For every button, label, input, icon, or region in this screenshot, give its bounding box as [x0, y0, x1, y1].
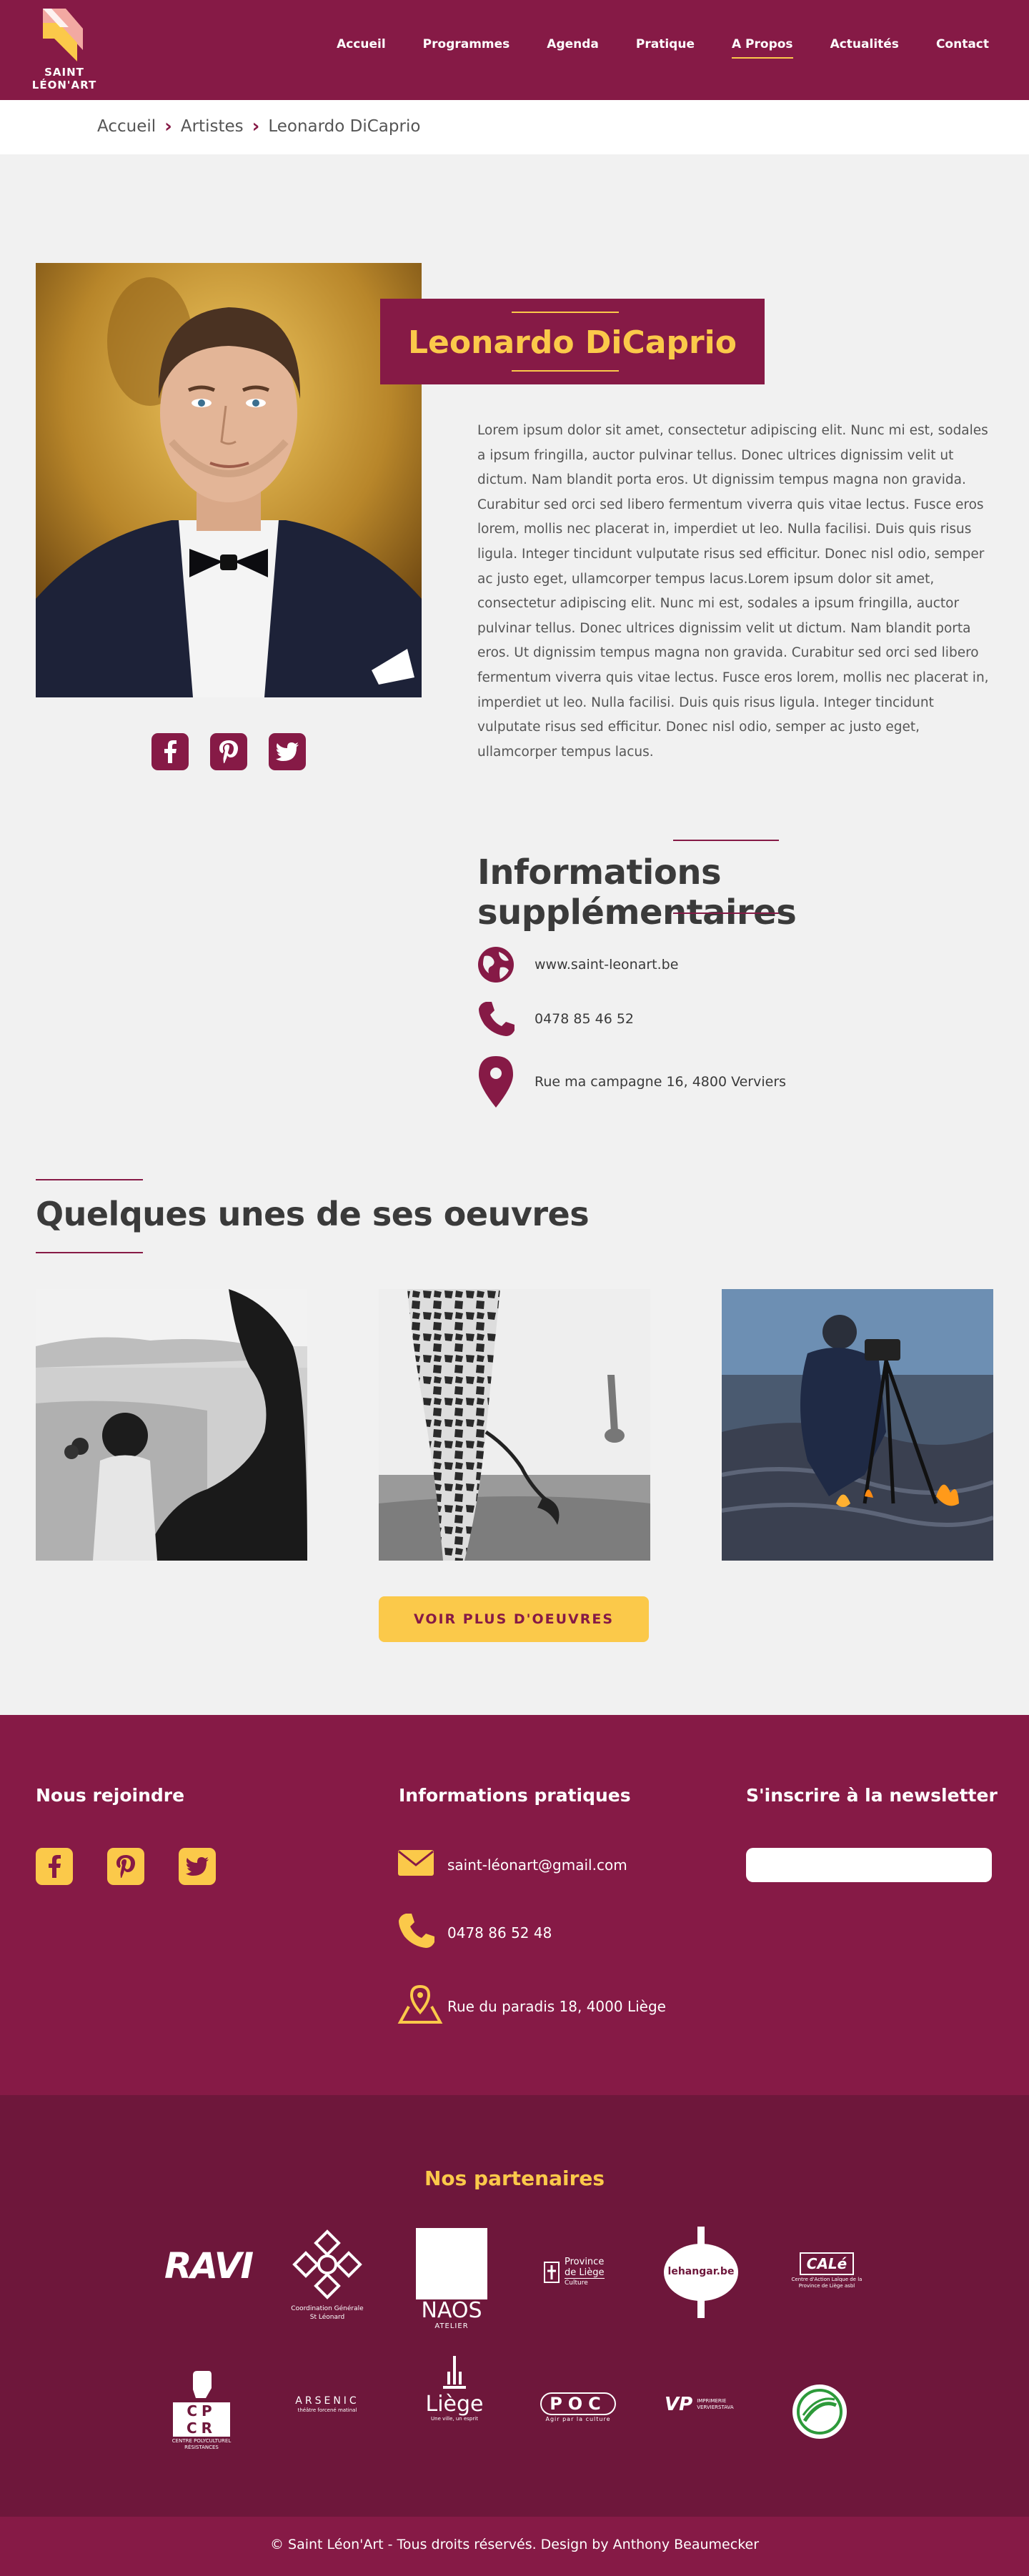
footer-address: Rue du paradis 18, 4000 Liège	[447, 1997, 666, 2015]
pinterest-icon[interactable]	[107, 1848, 144, 1885]
info-phone: 0478 85 46 52	[535, 1011, 635, 1027]
twitter-icon[interactable]	[179, 1848, 216, 1885]
breadcrumb-bar: Accueil › Artistes › Leonardo DiCaprio	[0, 100, 1029, 154]
footer-address-row: Rue du paradis 18, 4000 Liège	[397, 1984, 666, 2027]
title-divider-bottom	[512, 370, 619, 372]
footer-social-links	[36, 1848, 216, 1885]
breadcrumb-current: Leonardo DiCaprio	[268, 117, 421, 136]
phone-icon	[477, 1000, 517, 1038]
partners-title: Nos partenaires	[424, 2167, 605, 2190]
partner-logo-cal[interactable]: CALé Centre d'Action Laïque de la Provin…	[789, 2252, 865, 2289]
info-divider-top	[673, 840, 779, 841]
phone-icon	[397, 1912, 440, 1953]
province-crest-icon	[544, 2261, 560, 2283]
artist-social-links	[151, 733, 306, 770]
partner-logo-coordination[interactable]: Coordination Générale St Léonard	[290, 2227, 364, 2322]
footer-newsletter-title: S'inscrire à la newsletter	[746, 1785, 998, 1806]
partner-logo-poc[interactable]: POC Agir par la culture	[540, 2392, 616, 2424]
site-header: SAINT LÉON'ART Accueil Programmes Agenda…	[0, 0, 1029, 100]
logo-mark-icon	[43, 9, 83, 61]
works-divider-bottom	[36, 1252, 143, 1253]
green-circle-logo-icon	[792, 2384, 847, 2439]
globe-icon	[477, 946, 517, 983]
footer-email-row: saint-léonart@gmail.com	[397, 1849, 627, 1880]
twitter-icon[interactable]	[269, 733, 306, 770]
artist-bio: Lorem ipsum dolor sit amet, consectetur …	[477, 423, 989, 760]
footer-phone: 0478 86 52 48	[447, 1924, 552, 1941]
artwork-1[interactable]	[36, 1289, 307, 1561]
chevron-right-icon: ›	[252, 116, 260, 137]
nav-actualites[interactable]: Actualités	[830, 37, 899, 51]
partner-logo-ravi[interactable]: RAVI	[164, 2245, 254, 2287]
logo-text: SAINT LÉON'ART	[31, 66, 97, 91]
pinterest-icon[interactable]	[210, 733, 247, 770]
title-divider-top	[512, 312, 619, 313]
nav-accueil[interactable]: Accueil	[337, 37, 386, 51]
footer-phone-row: 0478 86 52 48	[397, 1912, 552, 1953]
nav-agenda[interactable]: Agenda	[547, 37, 599, 51]
info-divider-bottom	[673, 912, 779, 914]
copyright-bar: © Saint Léon'Art - Tous droits réservés.…	[0, 2517, 1029, 2576]
footer-join-title: Nous rejoindre	[36, 1785, 185, 1806]
footer-practical-title: Informations pratiques	[399, 1785, 631, 1806]
view-more-works-button[interactable]: VOIR PLUS D'OEUVRES	[379, 1596, 649, 1642]
envelope-icon	[397, 1849, 440, 1880]
info-website-link[interactable]: www.saint-leonart.be	[535, 957, 678, 973]
partner-logo-arsenic[interactable]: ARSENIC théâtre forcené matinal	[289, 2395, 366, 2414]
artist-name: Leonardo DiCaprio	[408, 324, 737, 361]
partner-logo-imprimerie[interactable]: VP IMPRIMERIE VERVIERSTAVA	[665, 2394, 740, 2415]
site-footer: Nous rejoindre Informations pratiques S'…	[0, 1715, 1029, 2095]
newsletter-email-input[interactable]	[746, 1848, 992, 1882]
breadcrumb: Accueil › Artistes › Leonardo DiCaprio	[97, 117, 420, 136]
nav-pratique[interactable]: Pratique	[636, 37, 695, 51]
partner-logo-cpcr[interactable]: CP CR CENTRE POLYCULTUREL RÉSISTANCES	[166, 2371, 237, 2451]
works-title: Quelques unes de ses oeuvres	[36, 1195, 590, 1233]
info-title: Informations supplémentaires	[477, 852, 797, 933]
partner-logo-naos[interactable]: NAOS ATELIER	[416, 2228, 487, 2331]
partner-logo-province-liege[interactable]: Province de Liège Culture	[543, 2257, 615, 2287]
info-website-row: www.saint-leonart.be	[477, 946, 678, 983]
coordination-emblem-icon	[292, 2229, 362, 2299]
partner-logo-green-circle[interactable]	[792, 2384, 847, 2442]
map-location-icon	[397, 1984, 443, 2027]
breadcrumb-artistes[interactable]: Artistes	[181, 117, 244, 136]
breadcrumb-accueil[interactable]: Accueil	[97, 117, 156, 136]
partners-section: Nos partenaires RAVI Coordination Généra…	[0, 2095, 1029, 2517]
facebook-icon[interactable]	[151, 733, 189, 770]
artwork-3[interactable]	[722, 1289, 993, 1561]
partner-logo-lehangar[interactable]: lehangar.be	[663, 2227, 739, 2322]
artist-portrait	[36, 263, 422, 697]
nav-a-propos[interactable]: A Propos	[731, 37, 793, 59]
info-address-row: Rue ma campagne 16, 4800 Verviers	[477, 1056, 786, 1108]
artist-title-box: Leonardo DiCaprio	[380, 299, 765, 384]
raised-fist-icon	[193, 2371, 212, 2398]
nav-programmes[interactable]: Programmes	[423, 37, 510, 51]
footer-email-link[interactable]: saint-léonart@gmail.com	[447, 1856, 627, 1874]
main-nav: Accueil Programmes Agenda Pratique A Pro…	[337, 37, 989, 59]
works-divider-top	[36, 1179, 143, 1180]
info-phone-row: 0478 85 46 52	[477, 1000, 634, 1038]
facebook-icon[interactable]	[36, 1848, 73, 1885]
map-pin-icon	[477, 1056, 517, 1108]
chevron-right-icon: ›	[164, 116, 172, 137]
partner-logo-liege[interactable]: Liège Une ville, un esprit	[417, 2356, 492, 2422]
artwork-2[interactable]	[379, 1289, 650, 1561]
nav-contact[interactable]: Contact	[936, 37, 989, 51]
perron-icon	[443, 2356, 466, 2389]
site-logo[interactable]: SAINT LÉON'ART	[29, 7, 107, 96]
info-address: Rue ma campagne 16, 4800 Verviers	[535, 1074, 787, 1090]
copyright-text: © Saint Léon'Art - Tous droits réservés.…	[269, 2537, 760, 2552]
